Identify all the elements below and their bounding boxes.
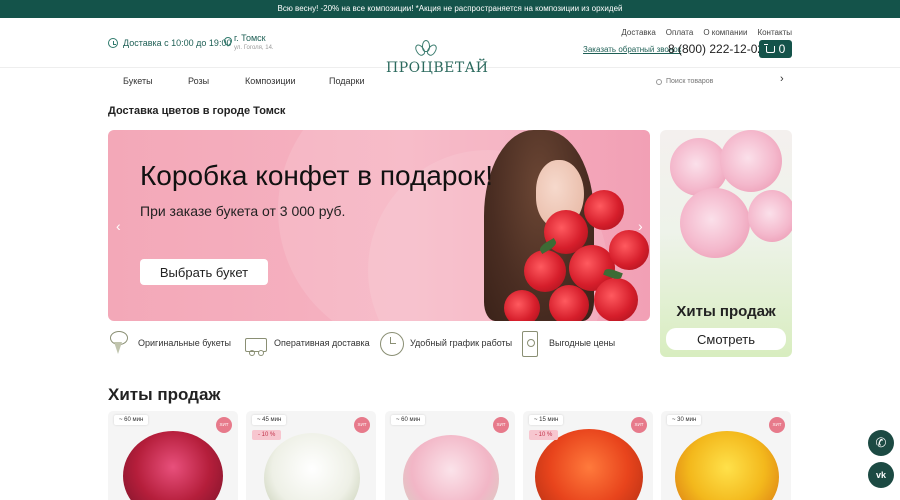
banner-next-arrow-icon[interactable]: › <box>638 218 643 234</box>
link-payment[interactable]: Оплата <box>666 28 694 37</box>
logo-flower-icon <box>413 40 439 58</box>
side-banner-title: Хиты продаж <box>676 303 776 320</box>
clock-icon <box>108 38 118 48</box>
feature-label: Оперативная доставка <box>274 338 370 348</box>
cart-count: 0 <box>778 42 786 56</box>
bestsellers-title: Хиты продаж <box>108 385 221 404</box>
vk-button[interactable]: vk <box>868 462 894 488</box>
delivery-hours: Доставка с 10:00 до 19:00 <box>108 38 231 48</box>
product-image <box>264 433 360 500</box>
delivery-time-badge: ~ 60 мин <box>114 415 149 425</box>
product-card[interactable]: ~ 45 мин - 10 % ХИТ <box>246 411 376 500</box>
nav-item-compositions[interactable]: Композиции <box>245 76 296 86</box>
city-address: ул. Гоголя, 14. <box>234 45 274 51</box>
search-icon <box>656 78 662 85</box>
hit-badge: ХИТ <box>354 417 370 433</box>
phone-icon: ✆ <box>875 435 887 450</box>
top-links: Доставка Оплата О компании Контакты <box>621 28 792 37</box>
hero-banner[interactable]: Коробка конфет в подарок! При заказе бук… <box>108 130 650 321</box>
product-card[interactable]: ~ 30 мин ХИТ <box>661 411 791 500</box>
nav-item-roses[interactable]: Розы <box>188 76 209 86</box>
delivery-time-badge: ~ 60 мин <box>391 415 426 425</box>
bouquet-icon <box>108 330 130 356</box>
delivery-truck-icon <box>244 330 267 356</box>
view-bestsellers-button[interactable]: Смотреть <box>666 328 786 350</box>
phone-call-button[interactable]: ✆ <box>868 430 894 456</box>
discount-badge: - 10 % <box>529 430 559 440</box>
callback-link[interactable]: Заказать обратный звонок <box>583 45 681 54</box>
choose-bouquet-button[interactable]: Выбрать букет <box>140 259 268 285</box>
delivery-time-badge: ~ 15 мин <box>529 415 564 425</box>
nav-more-arrow-icon[interactable]: › <box>780 73 784 85</box>
cart-icon <box>763 43 775 53</box>
peony <box>748 190 792 242</box>
product-card[interactable]: ~ 60 мин ХИТ <box>108 411 238 500</box>
price-tag-icon <box>519 330 541 357</box>
rose <box>504 290 540 321</box>
delivery-time-badge: ~ 45 мин <box>252 415 287 425</box>
peony <box>680 188 750 258</box>
city-name[interactable]: г. Томск <box>234 33 266 43</box>
nav-item-gifts[interactable]: Подарки <box>329 76 365 86</box>
hit-badge: ХИТ <box>769 417 785 433</box>
bestsellers-side-banner[interactable]: Хиты продаж Смотреть <box>660 130 792 357</box>
feature-schedule: Удобный график работы <box>380 330 512 356</box>
promo-bar: Всю весну! -20% на все композиции! *Акци… <box>0 0 900 18</box>
features-row: Оригинальные букеты Оперативная доставка… <box>108 330 648 360</box>
vk-icon: vk <box>875 470 886 480</box>
delivery-hours-text: Доставка с 10:00 до 19:00 <box>123 38 232 48</box>
banner-title: Коробка конфет в подарок! <box>140 160 494 191</box>
product-image <box>123 431 223 500</box>
search-input[interactable] <box>666 78 776 85</box>
banner-prev-arrow-icon[interactable]: ‹ <box>116 218 121 234</box>
banner-photo <box>444 130 650 321</box>
banner-subtitle: При заказе букета от 3 000 руб. <box>140 203 346 219</box>
header: Доставка с 10:00 до 19:00 г. Томск ул. Г… <box>0 18 900 76</box>
feature-label: Выгодные цены <box>549 338 616 348</box>
feature-label: Удобный график работы <box>410 338 513 348</box>
nav-item-bouquets[interactable]: Букеты <box>123 76 153 86</box>
discount-badge: - 10 % <box>252 430 282 440</box>
link-contacts[interactable]: Контакты <box>757 28 792 37</box>
link-delivery[interactable]: Доставка <box>621 28 655 37</box>
rose <box>609 230 649 270</box>
feature-label: Оригинальные букеты <box>138 338 231 348</box>
phone-number[interactable]: 8 (800) 222-12-02 <box>668 42 764 56</box>
product-image <box>675 431 779 500</box>
page-title: Доставка цветов в городе Томск <box>108 105 286 117</box>
hit-badge: ХИТ <box>493 417 509 433</box>
feature-prices: Выгодные цены <box>519 330 616 357</box>
rose <box>524 250 566 292</box>
product-card[interactable]: ~ 15 мин - 10 % ХИТ <box>523 411 653 500</box>
cart-button[interactable]: 0 <box>759 40 792 58</box>
search-box <box>656 75 782 88</box>
hit-badge: ХИТ <box>216 417 232 433</box>
link-about[interactable]: О компании <box>703 28 747 37</box>
rose <box>549 285 589 321</box>
feature-delivery: Оперативная доставка <box>244 330 370 356</box>
rose <box>584 190 624 230</box>
hit-badge: ХИТ <box>631 417 647 433</box>
delivery-time-badge: ~ 30 мин <box>667 415 702 425</box>
feature-original: Оригинальные букеты <box>108 330 231 356</box>
clock-icon <box>380 330 404 356</box>
product-image <box>403 435 499 500</box>
rose <box>594 278 638 321</box>
main-nav: Букеты Розы Композиции Подарки › <box>0 68 900 94</box>
peony <box>720 130 782 192</box>
product-card[interactable]: ~ 60 мин ХИТ <box>385 411 515 500</box>
